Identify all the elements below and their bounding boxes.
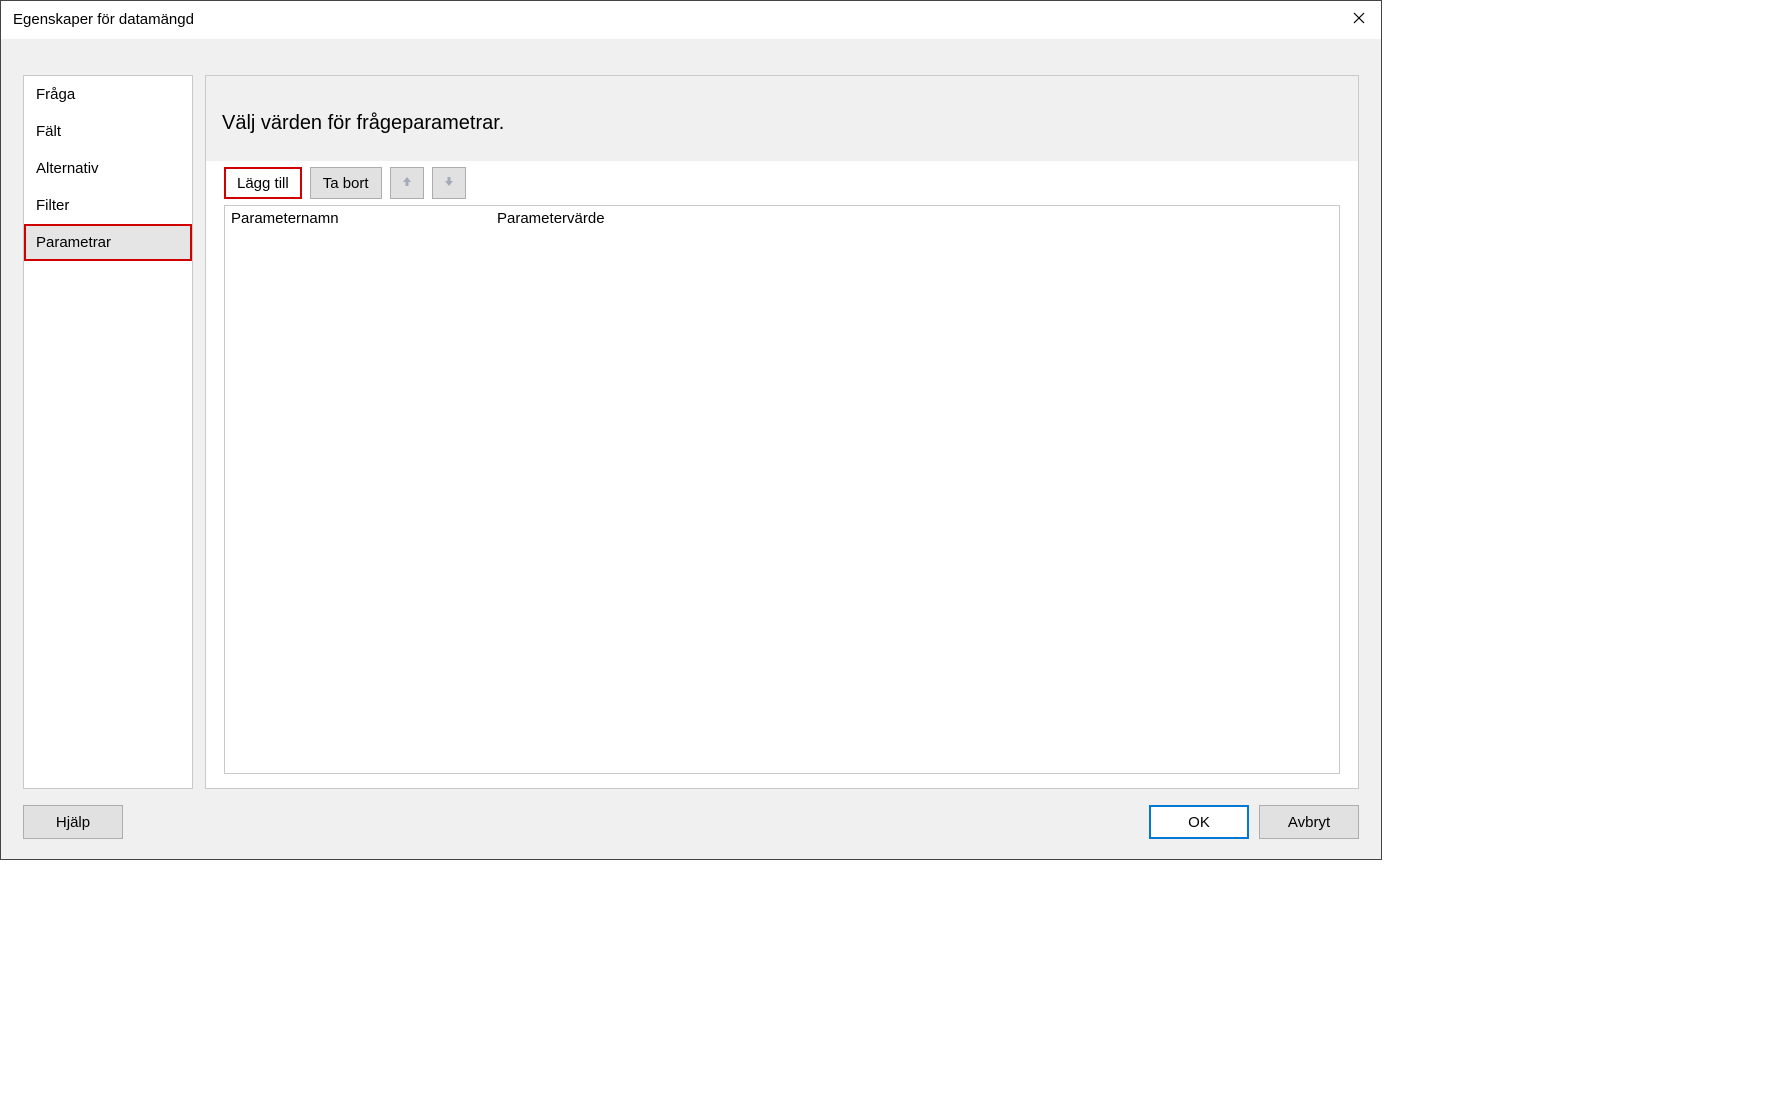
arrow-up-icon	[400, 174, 414, 192]
sidebar-item-label: Parametrar	[36, 234, 111, 251]
move-up-button[interactable]	[390, 167, 424, 199]
window-title: Egenskaper för datamängd	[13, 11, 194, 28]
dialog-body: Fråga Fält Alternativ Filter Parametrar …	[1, 39, 1381, 859]
grid-header-row: Parameternamn Parametervärde	[225, 206, 1339, 231]
ok-button[interactable]: OK	[1149, 805, 1249, 839]
sidebar-item-options[interactable]: Alternativ	[24, 150, 192, 187]
add-button-label: Lägg till	[237, 175, 289, 192]
cancel-button[interactable]: Avbryt	[1259, 805, 1359, 839]
sidebar-item-parameters[interactable]: Parametrar	[24, 224, 192, 261]
remove-button-label: Ta bort	[323, 175, 369, 192]
main-row: Fråga Fält Alternativ Filter Parametrar …	[1, 39, 1381, 797]
help-button-label: Hjälp	[56, 814, 90, 831]
footer-left: Hjälp	[23, 805, 123, 839]
sidebar-item-filter[interactable]: Filter	[24, 187, 192, 224]
arrow-down-icon	[442, 174, 456, 192]
dialog-window: Egenskaper för datamängd Fråga Fält Alte…	[0, 0, 1382, 860]
content-body: Lägg till Ta bort	[206, 161, 1358, 788]
remove-button[interactable]: Ta bort	[310, 167, 382, 199]
move-down-button[interactable]	[432, 167, 466, 199]
grid-column-name: Parameternamn	[231, 210, 497, 227]
sidebar: Fråga Fält Alternativ Filter Parametrar	[23, 75, 193, 789]
content-panel: Välj värden för frågeparametrar. Lägg ti…	[205, 75, 1359, 789]
cancel-button-label: Avbryt	[1288, 814, 1330, 831]
footer-right: OK Avbryt	[1149, 805, 1359, 839]
sidebar-item-fields[interactable]: Fält	[24, 113, 192, 150]
add-button[interactable]: Lägg till	[224, 167, 302, 199]
content-heading: Välj värden för frågeparametrar.	[206, 76, 1358, 161]
sidebar-item-query[interactable]: Fråga	[24, 76, 192, 113]
sidebar-item-label: Alternativ	[36, 160, 99, 177]
toolbar: Lägg till Ta bort	[224, 167, 1340, 205]
parameters-grid[interactable]: Parameternamn Parametervärde	[224, 205, 1340, 774]
sidebar-item-label: Fält	[36, 123, 61, 140]
ok-button-label: OK	[1188, 814, 1210, 831]
grid-column-value: Parametervärde	[497, 210, 1333, 227]
close-icon	[1353, 12, 1365, 27]
help-button[interactable]: Hjälp	[23, 805, 123, 839]
titlebar: Egenskaper för datamängd	[1, 1, 1381, 39]
dialog-footer: Hjälp OK Avbryt	[1, 797, 1381, 859]
close-button[interactable]	[1349, 10, 1369, 30]
sidebar-item-label: Fråga	[36, 86, 75, 103]
sidebar-item-label: Filter	[36, 197, 69, 214]
